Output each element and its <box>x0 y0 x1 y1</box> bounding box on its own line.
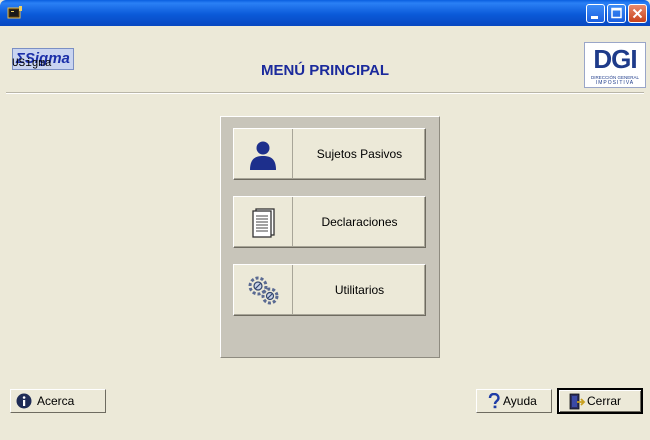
close-window-button[interactable] <box>628 4 647 23</box>
dgi-logo: DGI DIRECCIÓN GENERAL IMPOSITIVA <box>584 42 646 88</box>
sujetos-pasivos-button[interactable]: Sujetos Pasivos <box>233 128 426 180</box>
maximize-button[interactable] <box>607 4 626 23</box>
close-label: Cerrar <box>587 394 622 408</box>
page-title: MENÚ PRINCIPAL <box>260 62 390 79</box>
utilitarios-button[interactable]: Utilitarios <box>233 264 426 316</box>
dgi-logo-main: DGI <box>593 44 637 74</box>
help-label: Ayuda <box>503 394 537 408</box>
menu-icon-cell <box>234 265 293 315</box>
document-icon <box>252 208 275 238</box>
dgi-logo-line2: IMPOSITIVA <box>595 80 635 86</box>
header-divider <box>6 92 644 94</box>
menu-item-label: Declaraciones <box>321 215 398 229</box>
declaraciones-button[interactable]: Declaraciones <box>233 196 426 248</box>
main-window: ΣSigma USigma MENÚ PRINCIPAL DGI DIRECCI… <box>0 26 650 440</box>
window-titlebar[interactable] <box>0 0 650 26</box>
minimize-icon <box>591 16 598 19</box>
about-label: Acerca <box>37 394 75 408</box>
menu-icon-cell <box>234 197 293 247</box>
menu-item-label: Utilitarios <box>334 283 385 297</box>
help-button[interactable]: Ayuda <box>476 389 552 413</box>
menu-panel: Sujetos Pasivos Declaraciones Utilitario… <box>220 116 440 358</box>
exit-door-icon <box>569 393 586 410</box>
person-icon <box>250 141 276 170</box>
terminal-icon <box>7 6 22 19</box>
info-icon <box>16 393 32 409</box>
close-icon <box>632 8 643 19</box>
menu-icon-cell <box>234 129 293 179</box>
close-app-button[interactable]: Cerrar <box>557 388 643 414</box>
about-button[interactable]: Acerca <box>10 389 106 413</box>
question-icon <box>488 393 500 409</box>
gears-icon <box>248 276 279 305</box>
minimize-button[interactable] <box>586 4 605 23</box>
menu-item-label: Sujetos Pasivos <box>316 147 403 161</box>
maximize-icon <box>611 7 622 19</box>
